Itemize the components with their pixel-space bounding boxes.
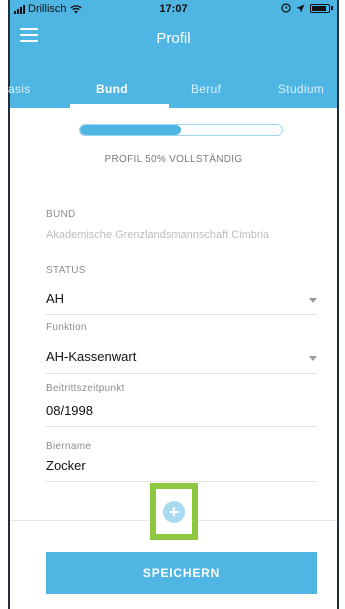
add-button-area: +	[156, 489, 192, 534]
tab-basis[interactable]: asis	[8, 82, 31, 96]
biername-label: Biername	[46, 441, 92, 452]
status-bar: Drillisch 17:07	[10, 0, 337, 18]
tab-studium[interactable]: Studium	[278, 82, 324, 96]
biername-underline	[46, 481, 317, 482]
tab-beruf[interactable]: Beruf	[191, 82, 221, 96]
screen-border-right	[337, 0, 339, 609]
biername-input[interactable]: Zocker	[46, 458, 86, 473]
save-button[interactable]: SPEICHERN	[46, 552, 317, 594]
bund-value: Akademische Grenzlandsmannschaft Cimbria	[46, 229, 270, 241]
status-select[interactable]: AH	[46, 291, 64, 306]
chevron-down-icon[interactable]	[309, 298, 317, 303]
beitritt-label: Beitrittszeitpunkt	[46, 383, 125, 394]
tab-bund[interactable]: Bund	[96, 82, 128, 96]
alarm-icon	[281, 3, 291, 13]
page-title: Profil	[156, 30, 191, 47]
status-label: STATUS	[46, 265, 86, 276]
battery-tip	[331, 6, 333, 10]
status-underline	[46, 314, 317, 315]
add-button-highlight: +	[150, 483, 198, 540]
tab-bar: asis Bund Beruf Studium	[8, 76, 337, 108]
battery-icon	[310, 3, 330, 13]
status-icons	[281, 3, 333, 13]
profile-progress-bar	[79, 124, 283, 136]
progress-label: PROFIL 50% VOLLSTÄNDIG	[104, 154, 243, 165]
beitritt-underline	[46, 426, 317, 427]
progress-fill	[80, 125, 181, 135]
funktion-label: Funktion	[46, 322, 87, 333]
funktion-underline	[46, 373, 317, 374]
beitritt-input[interactable]: 08/1998	[46, 403, 93, 418]
chevron-down-icon[interactable]	[309, 356, 317, 361]
funktion-select[interactable]: AH-Kassenwart	[46, 349, 136, 364]
bund-label: BUND	[46, 209, 76, 220]
active-tab-indicator	[70, 104, 169, 108]
app-screen: Drillisch 17:07 Profil asis Bund Beruf S…	[0, 0, 345, 609]
plus-icon[interactable]: +	[163, 500, 185, 523]
location-arrow-icon	[296, 4, 305, 12]
